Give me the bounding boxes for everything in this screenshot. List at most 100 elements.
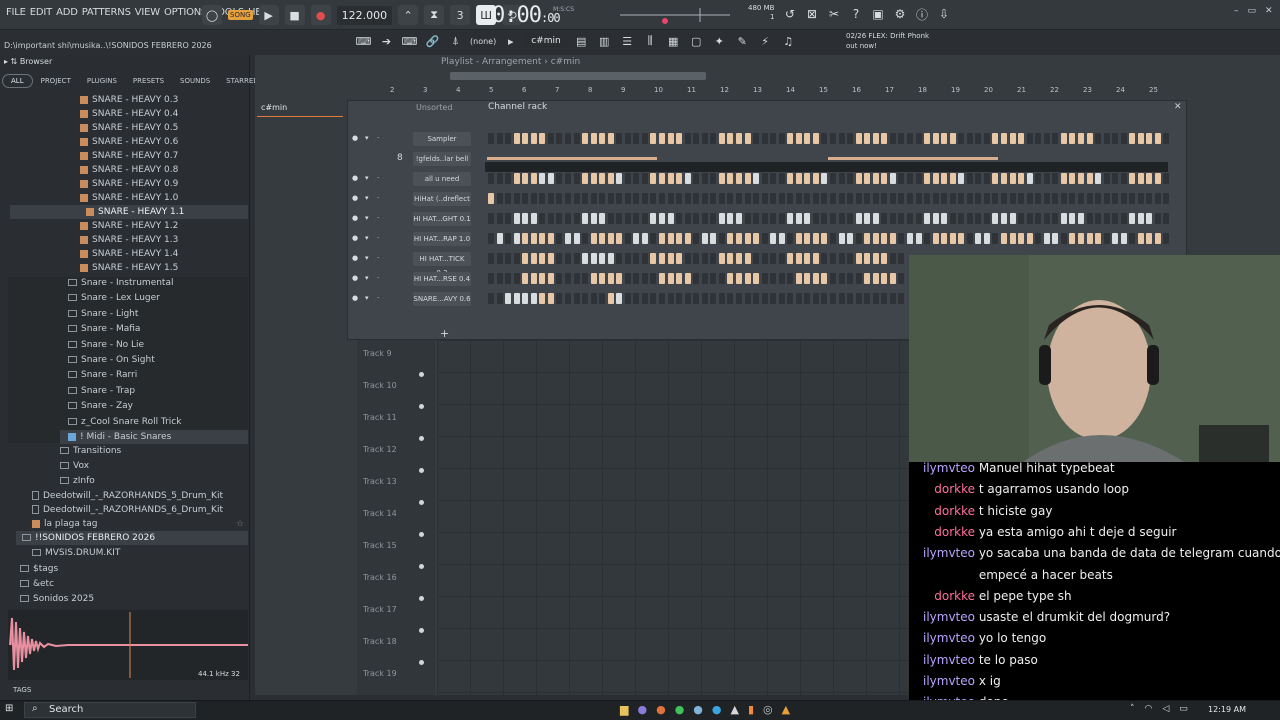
browser-icon[interactable]: ▦: [665, 33, 682, 50]
step-button[interactable]: [539, 273, 546, 284]
step-button[interactable]: [573, 273, 580, 284]
step-button[interactable]: [718, 173, 725, 184]
step-button[interactable]: [513, 133, 520, 144]
step-button[interactable]: [582, 193, 589, 204]
step-button[interactable]: [812, 173, 819, 184]
step-button[interactable]: [1163, 233, 1170, 244]
step-button[interactable]: [889, 293, 896, 304]
folder-item[interactable]: Transitions: [60, 444, 121, 458]
step-button[interactable]: [1052, 133, 1059, 144]
step-button[interactable]: [1060, 173, 1067, 184]
step-button[interactable]: [1026, 173, 1033, 184]
step-button[interactable]: [496, 273, 503, 284]
step-button[interactable]: [983, 133, 990, 144]
step-button[interactable]: [513, 193, 520, 204]
step-button[interactable]: [1001, 213, 1007, 224]
step-button[interactable]: [795, 293, 802, 304]
step-button[interactable]: [530, 133, 537, 144]
step-button[interactable]: [1069, 133, 1076, 144]
step-button[interactable]: [778, 193, 785, 204]
track-label[interactable]: Track 14: [363, 509, 397, 518]
step-button[interactable]: [770, 293, 777, 304]
step-button[interactable]: [872, 233, 879, 244]
step-button[interactable]: [761, 273, 768, 284]
folder-item[interactable]: Snare - Light: [68, 307, 138, 321]
step-button[interactable]: [573, 293, 580, 304]
channel-pan-knob[interactable]: ▾: [365, 134, 369, 142]
channel-name-button[interactable]: HI HAT...RSE 0.4: [413, 272, 471, 286]
step-button[interactable]: [684, 293, 691, 304]
step-button[interactable]: [975, 133, 982, 144]
track-label[interactable]: Track 16: [363, 573, 397, 582]
step-button[interactable]: [633, 293, 640, 304]
step-button[interactable]: [804, 233, 811, 244]
step-button[interactable]: [1018, 213, 1025, 224]
step-button[interactable]: [522, 233, 529, 244]
step-button[interactable]: [761, 173, 768, 184]
step-button[interactable]: [778, 273, 785, 284]
step-button[interactable]: [992, 213, 999, 224]
step-button[interactable]: [633, 273, 640, 284]
step-button[interactable]: [684, 233, 691, 244]
step-button[interactable]: [564, 233, 571, 244]
step-button[interactable]: [1086, 133, 1093, 144]
step-button[interactable]: [1163, 133, 1170, 144]
step-button[interactable]: [1112, 233, 1119, 244]
step-button[interactable]: [1120, 233, 1127, 244]
step-button[interactable]: [547, 233, 554, 244]
step-button[interactable]: [1001, 133, 1007, 144]
step-button[interactable]: [710, 293, 717, 304]
step-button[interactable]: [505, 293, 512, 304]
step-button[interactable]: [735, 253, 742, 264]
step-button[interactable]: [838, 233, 845, 244]
step-button[interactable]: [735, 173, 742, 184]
step-button[interactable]: [590, 293, 597, 304]
step-button[interactable]: [812, 233, 819, 244]
step-button[interactable]: [573, 173, 580, 184]
play-button[interactable]: ▶: [258, 5, 279, 25]
step-button[interactable]: [753, 133, 760, 144]
step-button[interactable]: [787, 193, 794, 204]
step-button[interactable]: [650, 293, 657, 304]
step-button[interactable]: [915, 233, 922, 244]
step-button[interactable]: [864, 213, 871, 224]
vlc-icon[interactable]: ▲: [782, 703, 790, 716]
spotify-icon[interactable]: ●: [675, 703, 685, 716]
step-button[interactable]: [718, 193, 725, 204]
channel-name-button[interactable]: Sampler: [413, 132, 471, 146]
step-button[interactable]: [915, 173, 922, 184]
step-button[interactable]: [906, 233, 913, 244]
windows-start-icon[interactable]: ⊞: [5, 703, 13, 714]
step-button[interactable]: [889, 233, 896, 244]
step-button[interactable]: [889, 133, 896, 144]
step-button[interactable]: [787, 273, 794, 284]
pattern-list-item[interactable]: c#min: [257, 103, 343, 117]
step-button[interactable]: [812, 273, 819, 284]
step-button[interactable]: [556, 193, 563, 204]
step-button[interactable]: [496, 233, 503, 244]
step-button[interactable]: [513, 213, 520, 224]
step-button[interactable]: [590, 233, 597, 244]
step-button[interactable]: [488, 233, 494, 244]
step-button[interactable]: [727, 253, 734, 264]
channel-name-button[interactable]: HI HAT...RAP 1.0: [413, 232, 471, 246]
step-button[interactable]: [881, 213, 888, 224]
step-button[interactable]: [564, 133, 571, 144]
snap-select[interactable]: (none): [470, 37, 496, 46]
step-button[interactable]: [633, 253, 640, 264]
step-button[interactable]: [966, 213, 973, 224]
channel-pan-knob[interactable]: ▾: [365, 294, 369, 302]
step-button[interactable]: [616, 233, 623, 244]
obs-icon[interactable]: ◎: [763, 703, 773, 716]
step-button[interactable]: [701, 293, 708, 304]
step-button[interactable]: [590, 193, 597, 204]
info-icon[interactable]: ⓘ: [912, 5, 932, 23]
step-button[interactable]: [1103, 133, 1110, 144]
step-button[interactable]: [941, 233, 948, 244]
folder-item[interactable]: Snare - Zay: [68, 399, 133, 413]
step-button[interactable]: [924, 133, 931, 144]
step-button[interactable]: [564, 213, 571, 224]
channel-mute-led[interactable]: ●: [352, 234, 358, 242]
step-button[interactable]: [855, 273, 862, 284]
step-button[interactable]: [898, 293, 905, 304]
